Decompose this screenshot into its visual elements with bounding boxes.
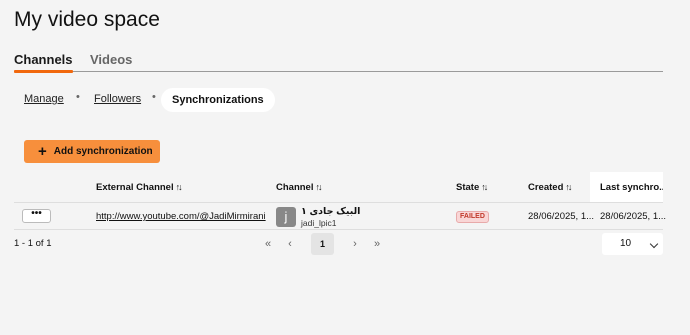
page-size-value: 10 [620, 238, 632, 249]
subnav-manage-link[interactable]: Manage [24, 93, 64, 105]
column-header-state[interactable]: State ↑↓ [456, 182, 488, 193]
external-channel-link[interactable]: http://www.youtube.com/@JadiMirmirani [96, 211, 266, 222]
column-label: Channel [276, 182, 314, 193]
add-synchronization-button[interactable]: + Add synchronization [24, 140, 160, 163]
page-size-select[interactable]: 10 [602, 233, 663, 255]
first-page-icon[interactable]: « [260, 233, 276, 255]
column-label: External Channel [96, 182, 174, 193]
created-date: 28/06/2025, 1... [528, 211, 595, 222]
table-divider [14, 229, 663, 230]
add-synchronization-label: Add synchronization [53, 146, 153, 157]
tab-channels[interactable]: Channels [14, 52, 73, 73]
row-actions-button[interactable]: ••• [22, 209, 51, 223]
channel-name[interactable]: البیک جادی ۱ [301, 206, 360, 217]
main-tabs: Channels Videos [14, 52, 663, 73]
sort-icon: ↑↓ [565, 182, 572, 192]
sort-icon: ↑↓ [175, 182, 183, 192]
subnav-separator: • [152, 91, 156, 103]
subnav-followers-link[interactable]: Followers [94, 93, 141, 105]
table-divider [14, 202, 663, 203]
page-title: My video space [14, 8, 160, 31]
last-sync-date: 28/06/2025, 1... [600, 211, 667, 222]
column-header-channel[interactable]: Channel ↑↓ [276, 182, 322, 193]
next-page-icon[interactable]: › [347, 233, 363, 255]
prev-page-icon[interactable]: ‹ [282, 233, 298, 255]
tab-videos[interactable]: Videos [90, 52, 132, 67]
column-label: Created [528, 182, 564, 193]
page-number-current[interactable]: 1 [311, 233, 334, 255]
column-header-created[interactable]: Created ↑↓ [528, 182, 572, 193]
channel-avatar: j [276, 207, 296, 227]
status-badge: FAILED [456, 211, 489, 223]
subnav-separator: • [76, 91, 80, 103]
subnav-synchronizations-tab[interactable]: Synchronizations [161, 88, 275, 112]
channel-handle: jadi_lpic1 [301, 218, 337, 228]
column-header-last-synchronization[interactable]: Last synchro... [590, 172, 663, 202]
pagination-count: 1 - 1 of 1 [14, 238, 52, 249]
sort-icon: ↑↓ [481, 182, 488, 192]
chevron-down-icon [649, 239, 659, 249]
plus-icon: + [38, 143, 47, 160]
column-header-external-channel[interactable]: External Channel ↑↓ [96, 182, 183, 193]
last-page-icon[interactable]: » [369, 233, 385, 255]
sort-icon: ↑↓ [315, 182, 322, 192]
column-label: State [456, 182, 480, 193]
